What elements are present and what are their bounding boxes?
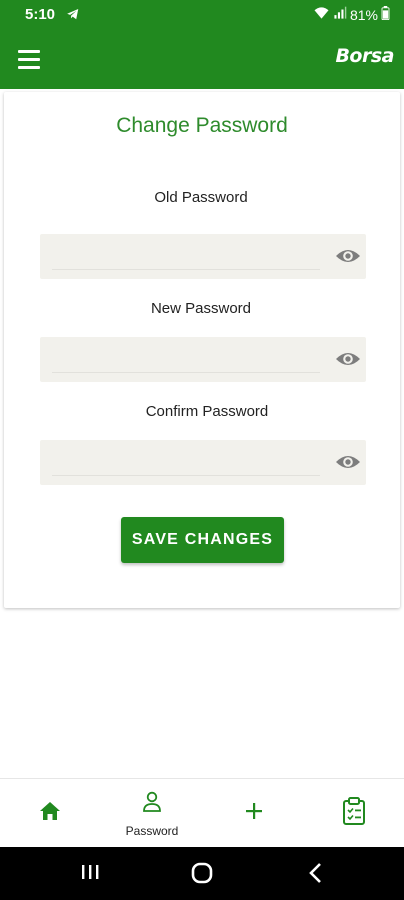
menu-button[interactable] xyxy=(18,46,46,72)
new-password-label: New Password xyxy=(150,300,252,317)
telegram-icon xyxy=(66,7,80,26)
new-password-field xyxy=(40,337,366,382)
app-bar: Borsa xyxy=(0,30,404,89)
nav-password-label: Password xyxy=(125,824,179,838)
save-changes-button[interactable]: SAVE CHANGES xyxy=(121,517,284,563)
status-time: 5:10 xyxy=(25,6,56,23)
status-bar: 5:10 81% xyxy=(0,0,404,30)
recents-icon[interactable] xyxy=(80,861,100,888)
bottom-nav: Password xyxy=(0,778,404,847)
confirm-password-label: Confirm Password xyxy=(145,403,269,420)
old-password-label: Old Password xyxy=(154,189,248,206)
wifi-icon xyxy=(313,6,330,23)
old-password-input[interactable] xyxy=(52,240,320,270)
nav-password[interactable]: Password xyxy=(110,779,194,848)
eye-icon[interactable] xyxy=(335,244,361,268)
battery-icon xyxy=(381,6,390,23)
system-nav-bar xyxy=(0,847,404,900)
nav-home[interactable] xyxy=(28,779,72,848)
menu-icon xyxy=(18,49,40,53)
clipboard-icon xyxy=(342,797,366,830)
confirm-password-field xyxy=(40,440,366,485)
menu-icon-line xyxy=(18,57,40,61)
confirm-password-input[interactable] xyxy=(52,446,320,476)
nav-clipboard[interactable] xyxy=(332,779,376,848)
signal-icon xyxy=(333,6,347,23)
page-title: Change Password xyxy=(116,114,288,137)
new-password-input[interactable] xyxy=(52,343,320,373)
change-password-card: Change Password Old Password New Passwor… xyxy=(4,92,400,608)
brand-logo: Borsa xyxy=(335,45,394,67)
eye-icon[interactable] xyxy=(335,450,361,474)
back-icon[interactable] xyxy=(306,861,326,890)
menu-icon-line xyxy=(18,65,40,69)
home-icon xyxy=(39,801,61,826)
old-password-field xyxy=(40,234,366,279)
person-icon xyxy=(142,791,162,818)
eye-icon[interactable] xyxy=(335,347,361,371)
plus-icon xyxy=(244,801,264,826)
nav-add[interactable] xyxy=(232,779,276,848)
status-indicators: 81% xyxy=(313,6,390,23)
battery-percent: 81% xyxy=(349,6,378,23)
system-home-icon[interactable] xyxy=(190,861,214,890)
